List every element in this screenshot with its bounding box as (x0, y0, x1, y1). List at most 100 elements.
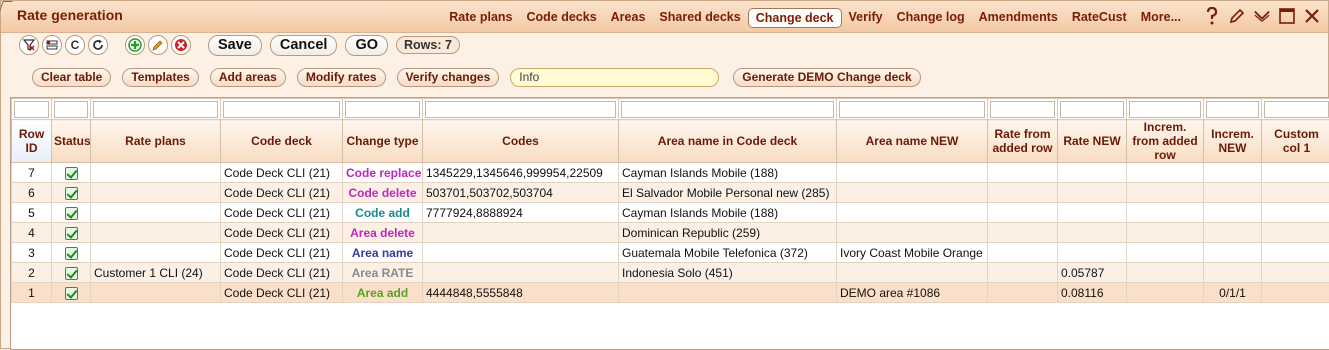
codes-cell[interactable] (423, 263, 619, 283)
nav-shared-decks[interactable]: Shared decks (652, 8, 747, 28)
custom-col-1-cell[interactable] (1262, 203, 1329, 223)
change-type-cell[interactable]: Code replace (343, 163, 423, 183)
filter-rate-plans[interactable] (93, 101, 218, 118)
rate-plans-cell[interactable] (91, 163, 221, 183)
filter-row-id[interactable] (14, 101, 49, 118)
increm-new-cell[interactable] (1204, 163, 1262, 183)
col-header-area-name-deck[interactable]: Area name in Code deck (619, 120, 837, 163)
rate-new-cell[interactable] (1058, 223, 1127, 243)
change-type-cell[interactable]: Code delete (343, 183, 423, 203)
code-deck-cell[interactable]: Code Deck CLI (21) (221, 243, 343, 263)
status-check-icon[interactable] (65, 267, 78, 280)
col-header-rate-new[interactable]: Rate NEW (1058, 120, 1127, 163)
status-check-icon[interactable] (65, 187, 78, 200)
increm-new-cell[interactable] (1204, 263, 1262, 283)
increm-added-cell[interactable] (1127, 223, 1204, 243)
filter-clear-icon[interactable] (19, 35, 39, 55)
col-header-increm-added[interactable]: Increm. from added row (1127, 120, 1204, 163)
table-row[interactable]: 4Code Deck CLI (21)Area deleteDominican … (12, 223, 1329, 243)
row-id-cell[interactable]: 3 (12, 243, 52, 263)
rate-added-cell[interactable] (988, 283, 1058, 303)
nav-more[interactable]: More... (1134, 8, 1188, 28)
filter-rate-new[interactable] (1060, 101, 1124, 118)
filter-codes[interactable] (425, 101, 616, 118)
nav-change-log[interactable]: Change log (890, 8, 972, 28)
increm-new-cell[interactable] (1204, 223, 1262, 243)
custom-col-1-cell[interactable] (1262, 263, 1329, 283)
filter-area-name-new[interactable] (839, 101, 985, 118)
area-name-new-cell[interactable] (837, 203, 988, 223)
rate-added-cell[interactable] (988, 223, 1058, 243)
status-check-icon[interactable] (65, 227, 78, 240)
codes-cell[interactable]: 1345229,1345646,999954,22509 (423, 163, 619, 183)
rate-plans-cell[interactable] (91, 243, 221, 263)
area-name-new-cell[interactable]: DEMO area #1086 (837, 283, 988, 303)
resize-corner-icon[interactable] (0, 1, 13, 11)
row-id-cell[interactable]: 7 (12, 163, 52, 183)
status-cell[interactable] (52, 183, 91, 203)
col-header-rate-plans[interactable]: Rate plans (91, 120, 221, 163)
nav-ratecust[interactable]: RateCust (1065, 8, 1134, 28)
close-icon[interactable] (1304, 7, 1320, 25)
nav-change-deck[interactable]: Change deck (748, 8, 842, 28)
nav-amendments[interactable]: Amendments (972, 8, 1065, 28)
area-name-deck-cell[interactable]: Guatemala Mobile Telefonica (372) (619, 243, 837, 263)
filter-increm-added[interactable] (1129, 101, 1201, 118)
code-deck-cell[interactable]: Code Deck CLI (21) (221, 183, 343, 203)
custom-col-1-cell[interactable] (1262, 283, 1329, 303)
col-header-code-deck[interactable]: Code deck (221, 120, 343, 163)
edit-pencil-icon[interactable] (1229, 7, 1245, 25)
clear-table-button[interactable]: Clear table (32, 68, 111, 87)
status-check-icon[interactable] (65, 167, 78, 180)
templates-button[interactable]: Templates (122, 68, 198, 87)
verify-changes-button[interactable]: Verify changes (397, 68, 500, 87)
increm-added-cell[interactable] (1127, 243, 1204, 263)
row-id-cell[interactable]: 2 (12, 263, 52, 283)
rate-new-cell[interactable]: 0.08116 (1058, 283, 1127, 303)
table-row[interactable]: 6Code Deck CLI (21)Code delete503701,503… (12, 183, 1329, 203)
increm-added-cell[interactable] (1127, 183, 1204, 203)
col-header-increm-new[interactable]: Increm. NEW (1204, 120, 1262, 163)
rate-new-cell[interactable] (1058, 243, 1127, 263)
code-deck-cell[interactable]: Code Deck CLI (21) (221, 203, 343, 223)
columns-icon[interactable] (42, 35, 62, 55)
row-id-cell[interactable]: 5 (12, 203, 52, 223)
area-name-deck-cell[interactable]: Indonesia Solo (451) (619, 263, 837, 283)
nav-areas[interactable]: Areas (604, 8, 653, 28)
add-areas-button[interactable]: Add areas (210, 68, 286, 87)
maximize-icon[interactable] (1279, 7, 1295, 25)
status-cell[interactable] (52, 263, 91, 283)
status-check-icon[interactable] (65, 247, 78, 260)
filter-rate-added[interactable] (990, 101, 1055, 118)
table-row[interactable]: 3Code Deck CLI (21)Area nameGuatemala Mo… (12, 243, 1329, 263)
area-name-new-cell[interactable] (837, 263, 988, 283)
refresh-icon[interactable]: C (65, 35, 85, 55)
filter-area-name-deck[interactable] (621, 101, 834, 118)
row-id-cell[interactable]: 4 (12, 223, 52, 243)
reload-icon[interactable] (88, 35, 108, 55)
row-id-cell[interactable]: 1 (12, 283, 52, 303)
area-name-new-cell[interactable]: Ivory Coast Mobile Orange (837, 243, 988, 263)
code-deck-cell[interactable]: Code Deck CLI (21) (221, 283, 343, 303)
info-field[interactable]: Info (510, 68, 719, 87)
col-header-custom-col-1[interactable]: Custom col 1 (1262, 120, 1329, 163)
increm-new-cell[interactable] (1204, 203, 1262, 223)
increm-new-cell[interactable] (1204, 183, 1262, 203)
area-name-deck-cell[interactable]: Cayman Islands Mobile (188) (619, 203, 837, 223)
filter-increm-new[interactable] (1206, 101, 1259, 118)
filter-change-type[interactable] (345, 101, 420, 118)
rate-new-cell[interactable]: 0.05787 (1058, 263, 1127, 283)
codes-cell[interactable]: 7777924,8888924 (423, 203, 619, 223)
increm-new-cell[interactable]: 0/1/1 (1204, 283, 1262, 303)
nav-verify[interactable]: Verify (842, 8, 890, 28)
area-name-deck-cell[interactable]: Dominican Republic (259) (619, 223, 837, 243)
custom-col-1-cell[interactable] (1262, 243, 1329, 263)
rate-new-cell[interactable] (1058, 163, 1127, 183)
increm-added-cell[interactable] (1127, 283, 1204, 303)
status-cell[interactable] (52, 203, 91, 223)
area-name-new-cell[interactable] (837, 223, 988, 243)
rate-new-cell[interactable] (1058, 203, 1127, 223)
codes-cell[interactable] (423, 223, 619, 243)
status-cell[interactable] (52, 163, 91, 183)
code-deck-cell[interactable]: Code Deck CLI (21) (221, 163, 343, 183)
